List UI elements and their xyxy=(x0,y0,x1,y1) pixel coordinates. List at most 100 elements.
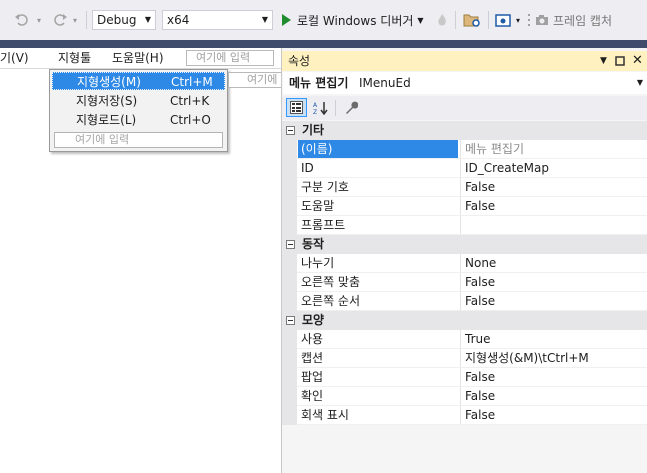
svg-text:Z: Z xyxy=(313,109,317,115)
property-value[interactable]: 지형생성(&M)\tCtrl+M xyxy=(460,349,647,367)
platform-select[interactable]: x64 ▼ xyxy=(162,10,273,30)
chevron-down-icon[interactable]: ▾ xyxy=(513,10,523,30)
property-row-help[interactable]: 도움말 False xyxy=(282,197,647,216)
property-name: 나누기 xyxy=(301,256,335,270)
menu-item-save-terrain[interactable]: 지형저장(S) Ctrl+K xyxy=(52,92,225,110)
camera-icon xyxy=(536,15,548,25)
property-row-right-justify[interactable]: 오른쪽 맞춤 False xyxy=(282,273,647,292)
undo-dropdown-icon[interactable]: ▾ xyxy=(34,10,44,30)
property-row-name[interactable]: (이름) 메뉴 편집기 xyxy=(282,140,647,159)
close-icon[interactable]: ✕ xyxy=(632,51,643,71)
start-debugging-button[interactable]: 로컬 Windows 디버거 ▼ xyxy=(280,10,430,30)
property-value[interactable] xyxy=(460,216,647,234)
property-name: ID xyxy=(301,161,314,175)
menu-item-create-terrain[interactable]: 지형생성(M) Ctrl+M xyxy=(52,72,225,90)
category-misc[interactable]: 기타 xyxy=(282,121,647,140)
property-value[interactable]: ID_CreateMap xyxy=(460,159,647,177)
screenshot-button[interactable] xyxy=(494,10,512,30)
designer-menubar: 기(V) 지형툴 도움말(H) 여기에 입력 xyxy=(0,48,281,69)
properties-title: 속성 xyxy=(288,54,311,68)
property-value[interactable]: False xyxy=(460,368,647,386)
submenu-type-here[interactable]: 여기에 xyxy=(228,72,282,88)
properties-toolbar: AZ xyxy=(282,96,647,120)
menu-item-label: 지형저장(S) xyxy=(76,94,138,108)
main-toolbar: ▾ ▾ Debug ▼ x64 ▼ 로컬 Windows 디버거 ▼ ▾ 프레임… xyxy=(0,0,647,40)
property-row-break[interactable]: 나누기 None xyxy=(282,254,647,273)
property-value[interactable]: None xyxy=(460,254,647,272)
category-behavior[interactable]: 동작 xyxy=(282,235,647,254)
folder-search-icon xyxy=(463,14,480,27)
toolbar-divider xyxy=(0,40,647,48)
property-name: 오른쪽 맞춤 xyxy=(301,275,361,289)
collapse-icon[interactable] xyxy=(286,240,295,249)
property-row-grayed[interactable]: 회색 표시 False xyxy=(282,406,647,425)
property-value[interactable]: False xyxy=(460,273,647,291)
frame-capture-button[interactable]: 프레임 캡처 xyxy=(535,10,647,30)
object-type: IMenuEd xyxy=(359,76,411,90)
menubar-type-here[interactable]: 여기에 입력 xyxy=(186,50,274,66)
property-name: 회색 표시 xyxy=(301,408,349,422)
property-name: (이름) xyxy=(298,140,458,158)
run-label: 로컬 Windows 디버거 xyxy=(297,13,414,28)
property-row-right-order[interactable]: 오른쪽 순서 False xyxy=(282,292,647,311)
property-value[interactable]: False xyxy=(460,178,647,196)
category-label: 기타 xyxy=(302,123,325,137)
redo-icon xyxy=(54,14,67,26)
property-row-id[interactable]: ID ID_CreateMap xyxy=(282,159,647,178)
undo-icon xyxy=(15,14,28,26)
category-label: 동작 xyxy=(302,237,325,251)
menu-terrain-tool[interactable]: 지형툴 xyxy=(58,48,91,68)
categorized-button[interactable] xyxy=(286,98,307,117)
property-name: 확인 xyxy=(301,389,324,403)
property-row-prompt[interactable]: 프롬프트 xyxy=(282,216,647,235)
menu-help[interactable]: 도움말(H) xyxy=(112,48,164,68)
property-value[interactable]: False xyxy=(460,197,647,215)
window-position-icon[interactable]: ▼ xyxy=(600,51,607,71)
hot-reload-icon[interactable] xyxy=(434,10,450,30)
platform-value: x64 xyxy=(167,13,190,27)
property-name: 사용 xyxy=(301,332,324,346)
redo-button[interactable] xyxy=(48,10,72,30)
property-name: 오른쪽 순서 xyxy=(301,294,361,308)
category-label: 모양 xyxy=(302,313,325,327)
menu-item-label: 지형로드(L) xyxy=(76,113,137,127)
play-icon xyxy=(282,14,291,26)
property-pages-button[interactable] xyxy=(340,98,361,117)
pin-icon[interactable] xyxy=(615,51,625,71)
property-row-popup[interactable]: 팝업 False xyxy=(282,368,647,387)
property-value[interactable]: False xyxy=(460,292,647,310)
object-select[interactable]: 메뉴 편집기 IMenuEd ▼ xyxy=(283,72,647,94)
wrench-icon xyxy=(345,101,358,114)
toolbar-grip-icon[interactable] xyxy=(526,10,532,30)
undo-button[interactable] xyxy=(10,10,34,30)
collapse-icon[interactable] xyxy=(286,126,295,135)
property-row-checked[interactable]: 확인 False xyxy=(282,387,647,406)
chevron-down-icon: ▼ xyxy=(144,15,151,24)
chevron-down-icon: ▼ xyxy=(417,15,424,25)
property-name: 캡션 xyxy=(301,351,324,365)
configuration-select[interactable]: Debug ▼ xyxy=(92,10,156,30)
find-in-files-button[interactable] xyxy=(461,10,483,30)
menu-item-shortcut: Ctrl+O xyxy=(170,113,211,127)
property-value[interactable]: False xyxy=(460,387,647,405)
dropdown-type-here[interactable]: 여기에 입력 xyxy=(54,132,223,148)
property-value[interactable]: 메뉴 편집기 xyxy=(460,140,647,158)
configuration-value: Debug xyxy=(97,13,137,27)
menu-view[interactable]: 기(V) xyxy=(0,48,29,68)
property-value[interactable]: True xyxy=(460,330,647,348)
redo-dropdown-icon[interactable]: ▾ xyxy=(70,10,80,30)
toolbar-separator xyxy=(488,11,489,29)
menu-item-load-terrain[interactable]: 지형로드(L) Ctrl+O xyxy=(52,111,225,129)
menu-item-label: 지형생성(M) xyxy=(77,75,141,89)
category-appearance[interactable]: 모양 xyxy=(282,311,647,330)
chevron-down-icon: ▼ xyxy=(261,15,268,24)
property-name: 프롬프트 xyxy=(301,218,346,232)
property-row-caption[interactable]: 캡션 지형생성(&M)\tCtrl+M xyxy=(282,349,647,368)
property-row-enabled[interactable]: 사용 True xyxy=(282,330,647,349)
collapse-icon[interactable] xyxy=(286,316,295,325)
property-row-separator[interactable]: 구분 기호 False xyxy=(282,178,647,197)
alphabetical-button[interactable]: AZ xyxy=(310,98,331,117)
property-value[interactable]: False xyxy=(460,406,647,424)
menu-item-shortcut: Ctrl+M xyxy=(171,75,213,89)
property-name: 구분 기호 xyxy=(301,180,349,194)
